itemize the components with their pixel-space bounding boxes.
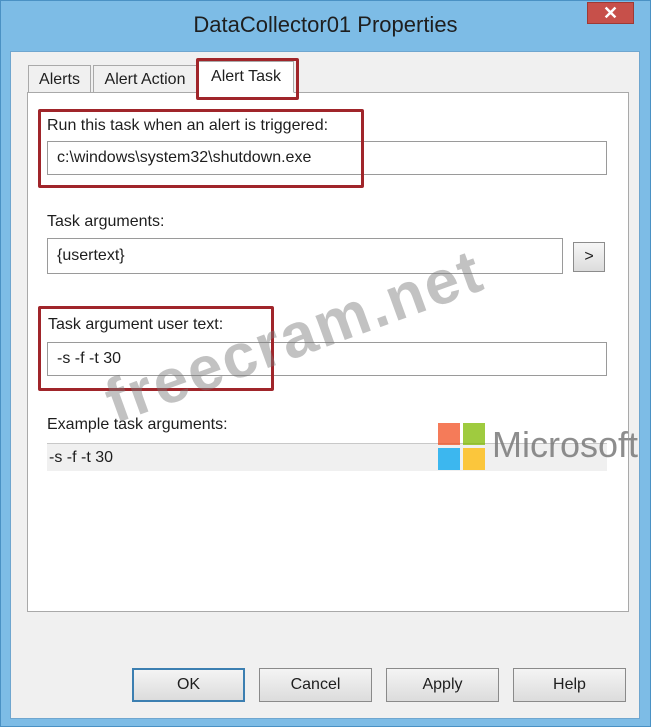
close-icon: ✕: [602, 3, 619, 23]
logo-square-green: [463, 423, 485, 445]
task-arguments-label: Task arguments:: [47, 213, 165, 230]
task-arguments-input[interactable]: {usertext}: [47, 238, 563, 274]
help-button[interactable]: Help: [513, 668, 626, 702]
logo-square-red: [438, 423, 460, 445]
tab-alert-action[interactable]: Alert Action: [93, 65, 197, 93]
dialog-title: DataCollector01 Properties: [193, 12, 458, 37]
highlight-box-tab: [196, 58, 299, 100]
highlight-box-run-task: [38, 109, 364, 188]
title-bar[interactable]: DataCollector01 Properties ✕: [1, 1, 650, 51]
logo-square-yellow: [463, 448, 485, 470]
cancel-button[interactable]: Cancel: [259, 668, 372, 702]
close-button[interactable]: ✕: [587, 2, 634, 24]
logo-square-blue: [438, 448, 460, 470]
tab-alert-action-label: Alert Action: [104, 71, 186, 88]
ok-button[interactable]: OK: [132, 668, 245, 702]
microsoft-logo-icon: [438, 423, 488, 473]
properties-dialog: DataCollector01 Properties ✕ Alerts Aler…: [0, 0, 651, 727]
insert-argument-button[interactable]: >: [573, 242, 605, 272]
tab-alerts[interactable]: Alerts: [28, 65, 91, 93]
apply-button[interactable]: Apply: [386, 668, 499, 702]
tab-alerts-label: Alerts: [39, 71, 80, 88]
microsoft-brand-text: Microsoft: [492, 424, 639, 465]
